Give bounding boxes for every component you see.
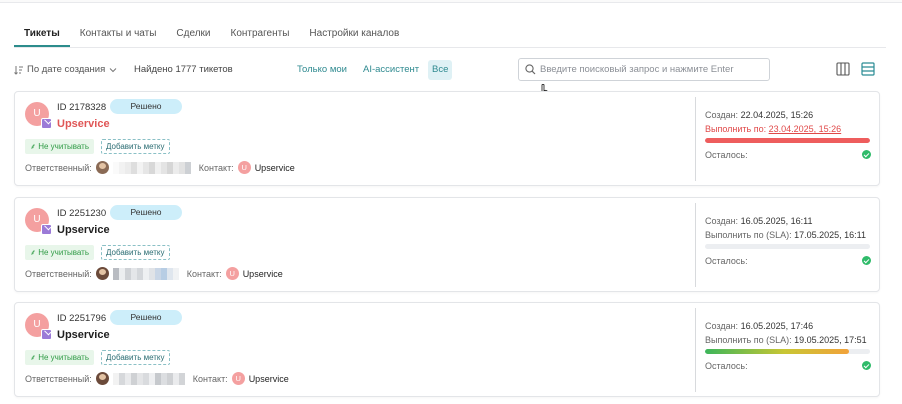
add-tag-button[interactable]: Добавить метку (101, 350, 170, 365)
add-tag-button[interactable]: Добавить метку (101, 245, 170, 260)
tab-contacts-chats[interactable]: Контакты и чаты (70, 24, 167, 47)
search-icon (525, 64, 536, 75)
responsible-avatar (95, 372, 109, 385)
tab-bar: Тикеты Контакты и чаты Сделки Контрагент… (14, 24, 886, 48)
contact-label: Контакт: (198, 162, 234, 173)
status-badge: Решено (110, 310, 182, 325)
remaining-line: Осталось: (705, 359, 873, 373)
sla-progress-bar (705, 349, 870, 354)
mail-icon (41, 329, 52, 340)
top-border (0, 0, 902, 3)
leaf-icon: ⸙ (30, 248, 36, 257)
sla-progress-fill (705, 138, 870, 143)
contact-avatar: U (237, 161, 251, 174)
columns-view-icon[interactable] (836, 62, 850, 76)
chevron-down-icon (109, 67, 117, 72)
ticket-id: ID 2178328 (57, 102, 107, 113)
page: Тикеты Контакты и чаты Сделки Контрагент… (0, 0, 902, 404)
ticket-card[interactable]: U ID 2251230 Решено Upservice ⸙ Не учиты… (14, 197, 880, 292)
filter-ai-assistant[interactable]: AI-ассистент (360, 60, 422, 80)
sort-label: По дате создания (27, 64, 106, 75)
ignore-tag[interactable]: ⸙ Не учитывать (25, 245, 94, 260)
remaining-line: Осталось: (705, 254, 873, 268)
tab-deals[interactable]: Сделки (166, 24, 220, 47)
search-box[interactable] (518, 58, 770, 81)
check-circle-icon (862, 256, 871, 265)
ticket-avatar: U (25, 313, 52, 340)
responsible-name-redacted (112, 267, 179, 280)
remaining-line: Осталось: (705, 148, 873, 162)
ticket-meta-row: Ответственный: Контакт: U Upservice (25, 372, 289, 385)
ticket-id: ID 2251230 (57, 208, 107, 219)
responsible-avatar (95, 267, 109, 280)
found-count: Найдено 1777 тикетов (134, 64, 233, 75)
leaf-icon: ⸙ (30, 142, 36, 151)
filter-all[interactable]: Все (428, 60, 453, 80)
ticket-client-name[interactable]: Upservice (57, 224, 110, 236)
tab-counterparties[interactable]: Контрагенты (221, 24, 300, 47)
responsible-label: Ответственный: (25, 373, 92, 384)
check-circle-icon (862, 150, 871, 159)
card-divider (695, 308, 696, 392)
contact-label: Контакт: (186, 268, 222, 279)
deadline-line: Выполнить по: 23.04.2025, 15:26 (705, 124, 842, 134)
ignore-tag[interactable]: ⸙ Не учитывать (25, 139, 94, 154)
contact-avatar: U (225, 267, 239, 280)
responsible-avatar (95, 161, 109, 174)
created-line: Создан: 16.05.2025, 17:46 (705, 321, 814, 331)
ticket-card[interactable]: U ID 2251796 Решено Upservice ⸙ Не учиты… (14, 302, 880, 397)
contact-name[interactable]: Upservice (255, 163, 295, 173)
ticket-card[interactable]: U ID 2178328 Решено Upservice ⸙ Не учиты… (14, 91, 880, 186)
add-tag-button[interactable]: Добавить метку (101, 139, 170, 154)
ticket-sla-panel: Создан: 16.05.2025, 17:46 Выполнить по (… (705, 319, 873, 373)
responsible-name-redacted (112, 372, 185, 385)
card-divider (695, 203, 696, 287)
ticket-avatar: U (25, 102, 52, 129)
contact-label: Контакт: (192, 373, 228, 384)
status-badge: Решено (110, 99, 182, 114)
responsible-label: Ответственный: (25, 162, 92, 173)
contact-name[interactable]: Upservice (249, 374, 289, 384)
filter-only-mine[interactable]: Только мои (294, 60, 350, 80)
sla-progress-bar (705, 244, 870, 249)
search-input[interactable] (540, 64, 760, 75)
sort-icon (14, 65, 23, 75)
sla-progress-bar (705, 138, 870, 143)
list-view-icon[interactable] (861, 62, 875, 76)
check-circle-icon (862, 361, 871, 370)
mail-icon (41, 224, 52, 235)
tab-channel-settings[interactable]: Настройки каналов (299, 24, 409, 47)
sla-progress-fill (705, 349, 849, 354)
responsible-name-redacted (112, 161, 191, 174)
contact-name[interactable]: Upservice (243, 269, 283, 279)
ignore-tag[interactable]: ⸙ Не учитывать (25, 350, 94, 365)
sort-dropdown[interactable]: По дате создания (14, 64, 117, 75)
tab-tickets[interactable]: Тикеты (14, 24, 70, 47)
card-divider (695, 97, 696, 181)
created-line: Создан: 16.05.2025, 16:11 (705, 216, 813, 226)
ticket-client-name[interactable]: Upservice (57, 118, 110, 130)
ticket-sla-panel: Создан: 16.05.2025, 16:11 Выполнить по (… (705, 214, 873, 268)
ticket-sla-panel: Создан: 22.04.2025, 15:26 Выполнить по: … (705, 108, 873, 162)
ticket-meta-row: Ответственный: Контакт: U Upservice (25, 267, 283, 280)
deadline-line: Выполнить по (SLA): 19.05.2025, 17:51 (705, 335, 867, 345)
status-badge: Решено (110, 205, 182, 220)
mail-icon (41, 118, 52, 129)
ticket-avatar: U (25, 208, 52, 235)
ticket-meta-row: Ответственный: Контакт: U Upservice (25, 161, 295, 174)
deadline-line: Выполнить по (SLA): 17.05.2025, 16:11 (705, 230, 867, 240)
ticket-id: ID 2251796 (57, 313, 107, 324)
leaf-icon: ⸙ (30, 353, 36, 362)
ticket-client-name[interactable]: Upservice (57, 329, 110, 341)
toolbar: По дате создания Найдено 1777 тикетов То… (14, 58, 886, 82)
created-line: Создан: 22.04.2025, 15:26 (705, 110, 814, 120)
contact-avatar: U (231, 372, 245, 385)
responsible-label: Ответственный: (25, 268, 92, 279)
